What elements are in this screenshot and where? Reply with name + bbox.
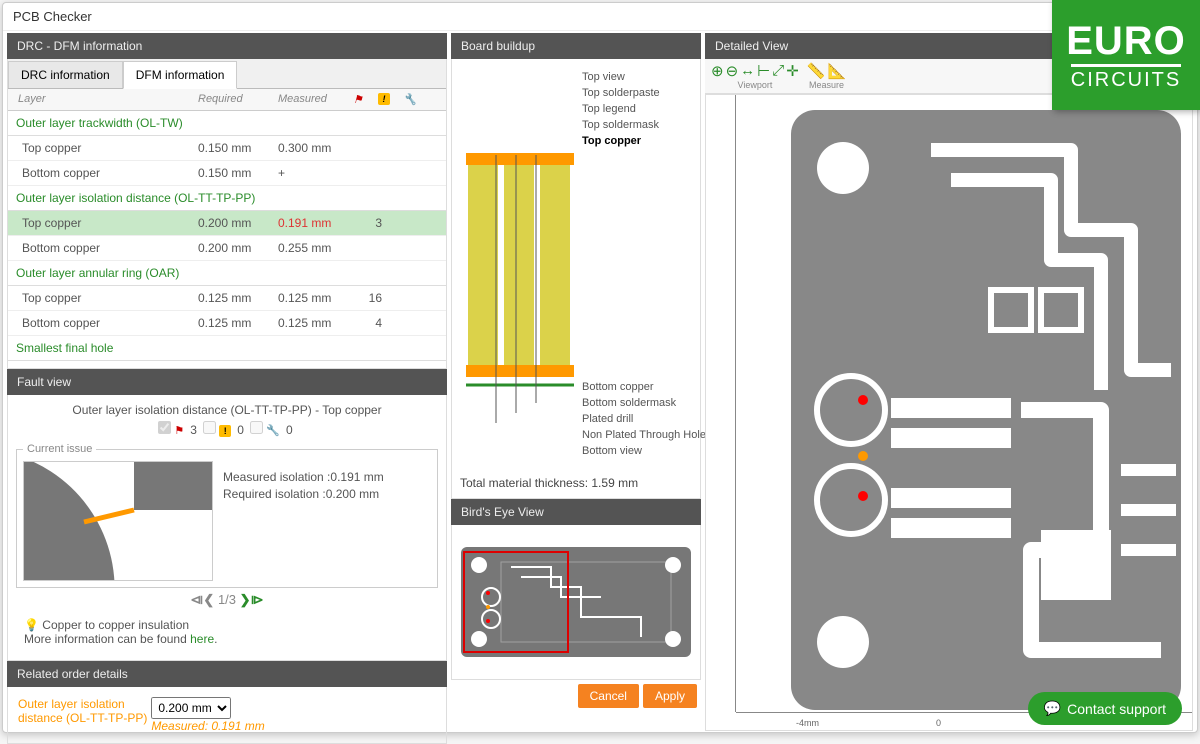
fit-icon[interactable]: ⤢ [772,62,784,80]
ruler-icon[interactable]: 📐 [828,62,847,80]
table-row[interactable]: Bottom copper0.200 mm0.255 mm [8,236,446,261]
window-title-bar: PCB Checker ✕ [3,3,1197,31]
pcb-board [791,110,1181,710]
chat-icon: 💬 [1044,700,1061,717]
warning-icon: ! [378,93,390,105]
pager-last[interactable]: ⧐ [251,592,264,607]
tip-text: Copper to copper insulation [42,618,189,632]
drc-panel-header: DRC - DFM information [7,33,447,59]
flag-icon: ⚑ [353,94,363,106]
related-select[interactable]: 0.200 mm [151,697,231,719]
buildup-panel-header: Board buildup [451,33,701,59]
group-row[interactable]: Outer layer annular ring (OAR) [8,261,446,286]
table-row[interactable]: Bottom copper0.150 mm+ [8,161,446,186]
pager-first[interactable]: ⧏ [190,592,203,607]
fault-checkbox-wrench [250,421,263,434]
cancel-button[interactable]: Cancel [578,684,639,708]
birds-selection[interactable] [463,551,569,653]
wrench-icon: 🔧 [403,94,417,106]
layer-item[interactable]: Top copper [582,133,660,149]
pager-prev[interactable]: ❮ [203,592,214,607]
layer-item[interactable]: Top view [582,69,660,85]
center-icon[interactable]: ✛ [786,62,799,80]
measure-icon[interactable]: 📏 [807,62,826,80]
related-measured: Measured: 0.191 mm [151,719,264,733]
detailed-view-canvas[interactable]: -4mm 0 [705,94,1193,731]
table-row[interactable]: Top copper0.125 mm0.125 mm16 [8,286,446,311]
bulb-icon: 💡 [24,618,39,632]
issue-measured: Measured isolation :0.191 mm [223,469,384,486]
col-layer: Layer [8,93,198,106]
birds-panel-header: Bird's Eye View [451,499,701,525]
group-row[interactable]: Outer layer trackwidth (OL-TW) [8,111,446,136]
contact-support-button[interactable]: 💬 Contact support [1028,692,1182,725]
tab-drc[interactable]: DRC information [8,61,123,88]
current-issue-label: Current issue [23,443,96,455]
col-required: Required [198,93,278,106]
related-label: Outer layer isolation distance (OL-TT-TP… [18,697,148,725]
eurocircuits-logo: EURO CIRCUITS [1052,0,1200,110]
zoom-out-icon[interactable]: ⊖ [726,62,739,80]
window-title: PCB Checker [13,9,92,24]
fit-width-icon[interactable]: ↔ [740,62,755,80]
apply-button[interactable]: Apply [643,684,697,708]
thickness-text: Total material thickness: 1.59 mm [460,476,638,490]
fault-panel-header: Fault view [7,369,447,395]
fault-title: Outer layer isolation distance (OL-TT-TP… [16,403,438,417]
ruler-vertical [706,95,736,712]
issue-required: Required isolation :0.200 mm [223,486,384,503]
layer-item[interactable]: Top legend [582,101,660,117]
col-measured: Measured [278,93,353,106]
table-row[interactable]: Top copper0.200 mm0.191 mm3 [8,211,446,236]
fault-checkbox-flag [158,421,171,434]
fault-counts: ⚑3 !0 🔧0 [16,421,438,437]
drc-table[interactable]: Outer layer trackwidth (OL-TW)Top copper… [8,111,446,368]
group-row[interactable]: Outer layer isolation distance (OL-TT-TP… [8,186,446,211]
table-row[interactable]: Bottom copper0.125 mm0.125 mm4 [8,311,446,336]
here-link[interactable]: here [190,632,214,646]
tab-dfm[interactable]: DFM information [123,61,238,89]
table-row[interactable]: Top copper0.150 mm0.300 mm [8,136,446,161]
group-row[interactable]: Smallest final hole [8,336,446,361]
pager-next[interactable]: ❯ [240,592,251,607]
issue-graphic [23,461,213,581]
measure-label: Measure [809,80,844,90]
zoom-in-icon[interactable]: ⊕ [711,62,724,80]
table-row[interactable]: Plated drill0.25 mm0.55 mm [8,361,446,368]
viewport-label: Viewport [737,80,772,90]
buildup-graphic [466,153,586,433]
pager-text: 1/3 [218,592,236,607]
layer-item[interactable]: Top soldermask [582,117,660,133]
fault-checkbox-warn [203,421,216,434]
layer-item[interactable]: Top solderpaste [582,85,660,101]
more-text: More information can be found [24,632,187,646]
related-panel-header: Related order details [7,661,447,687]
birds-eye-view[interactable] [461,547,691,657]
fit-height-icon[interactable]: ⊢ [757,62,770,80]
